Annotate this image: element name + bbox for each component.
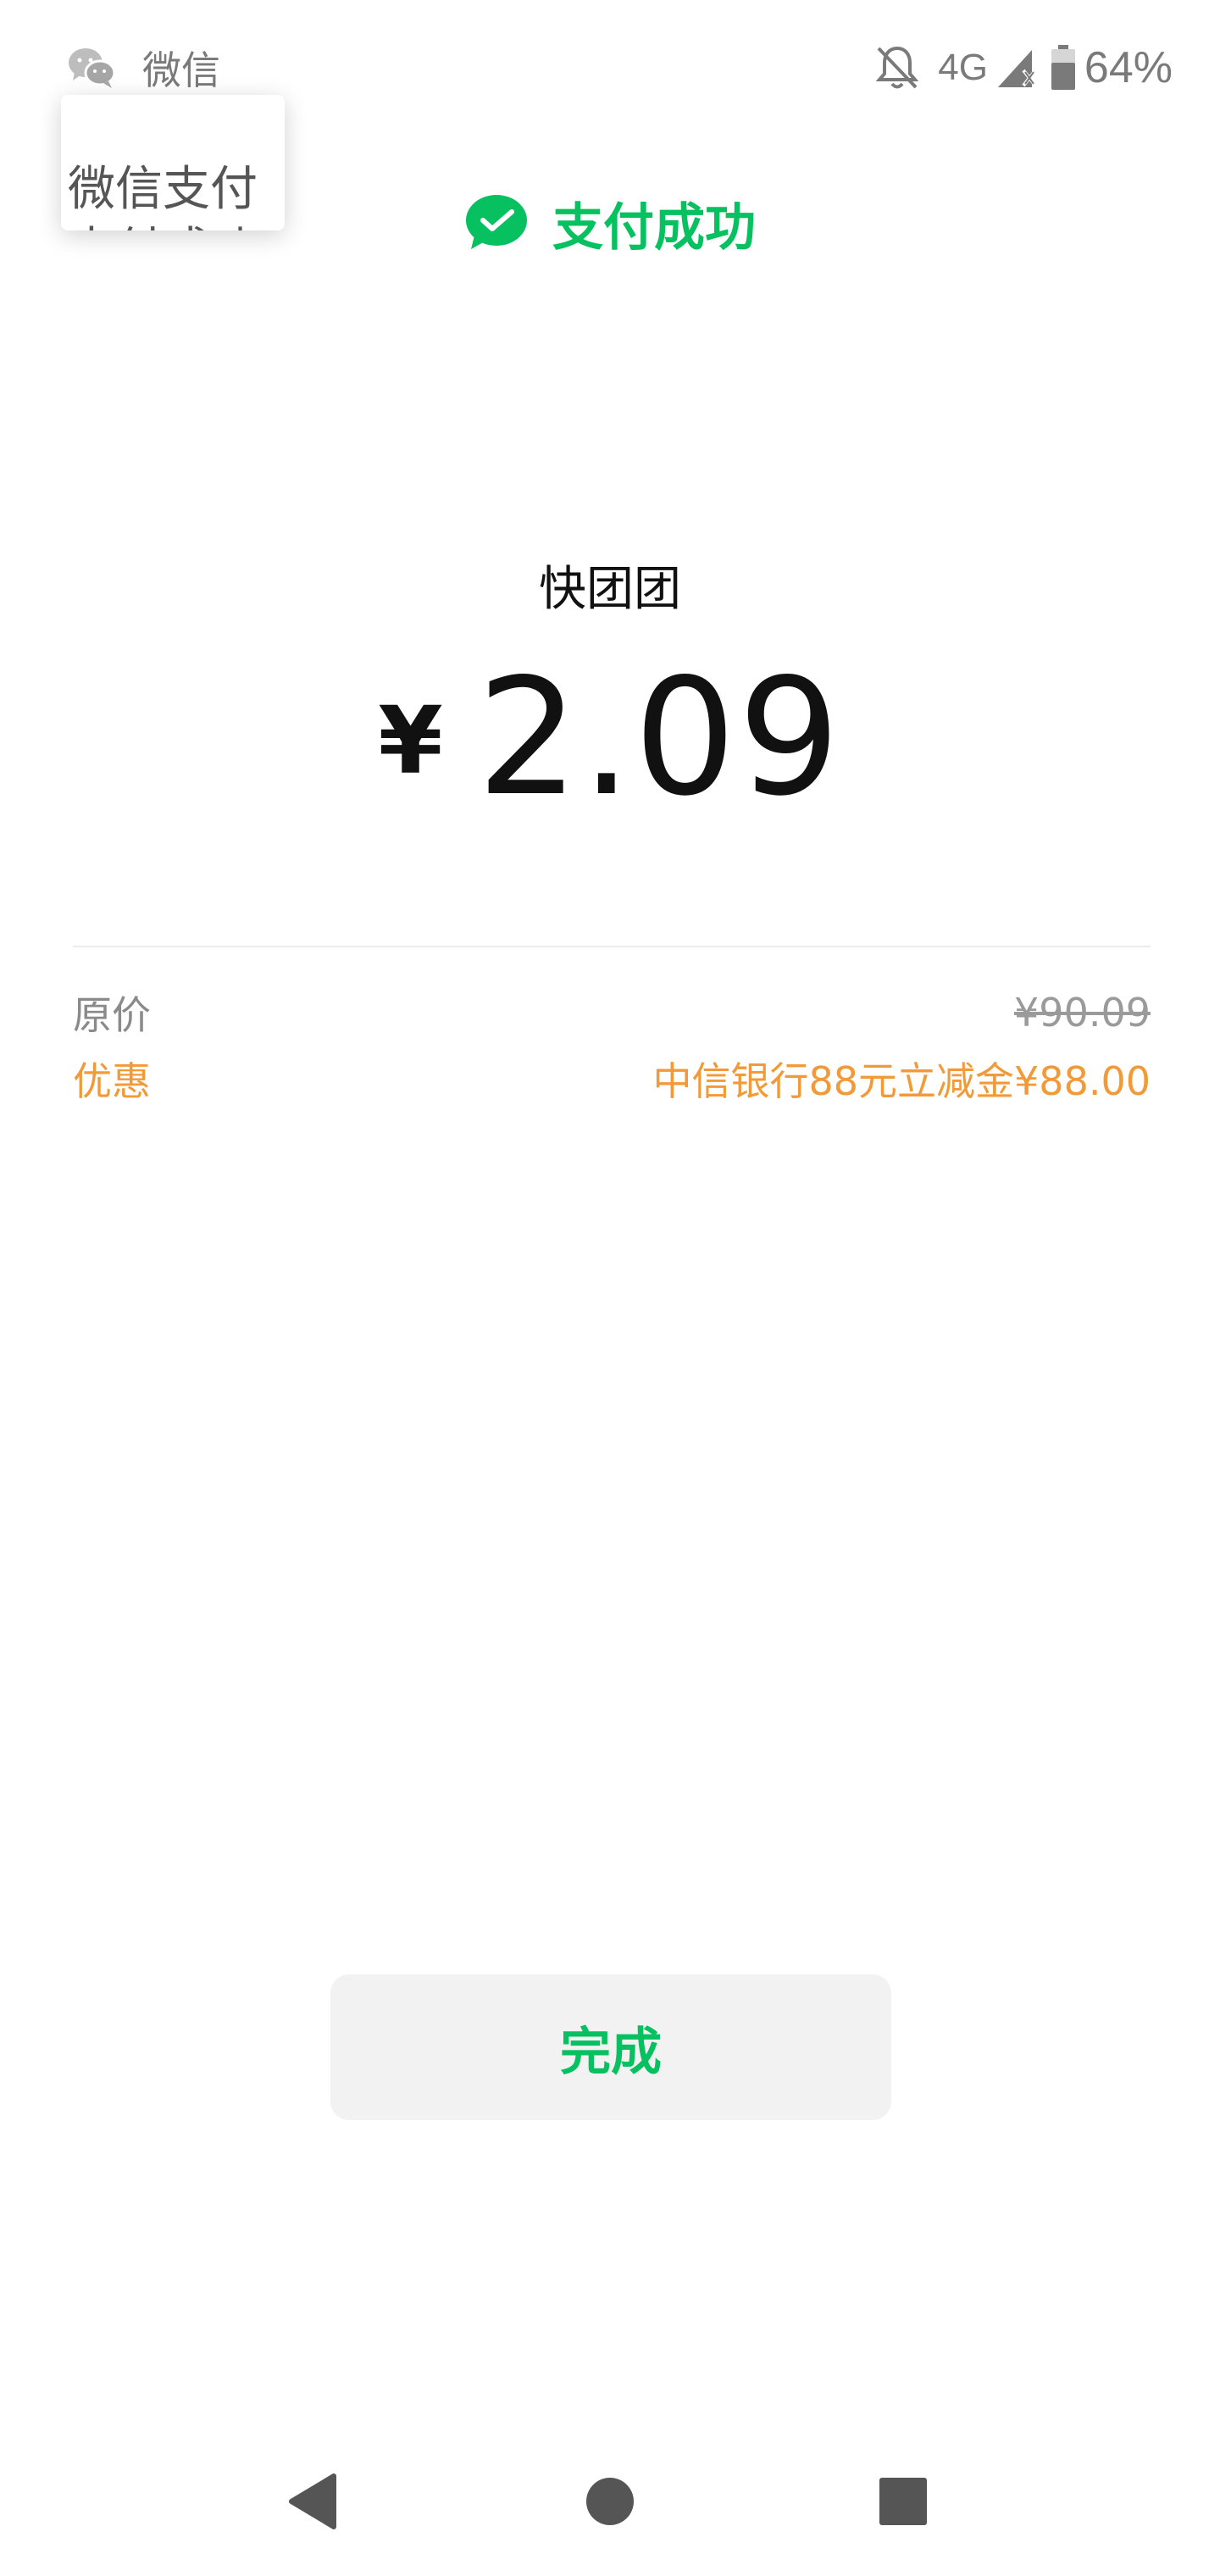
recents-icon[interactable] xyxy=(869,2468,937,2535)
network-type: 4G xyxy=(938,47,988,88)
payment-amount: 2.09 xyxy=(476,644,842,831)
success-title: 支付成功 xyxy=(552,197,756,258)
battery-icon xyxy=(1051,45,1076,91)
battery-percent: 64% xyxy=(1084,43,1173,92)
done-button[interactable]: 完成 xyxy=(330,1974,891,2120)
discount-label: 优惠 xyxy=(73,1058,151,1104)
currency-symbol: ¥ xyxy=(378,686,443,795)
back-icon[interactable] xyxy=(280,2468,347,2535)
check-circle-icon xyxy=(464,193,529,253)
success-header: 支付成功 xyxy=(0,185,1220,261)
original-price-row: 原价 ¥90.09 xyxy=(73,983,1151,1042)
discount-row: 优惠 中信银行88元立减金¥88.00 xyxy=(73,1049,1151,1108)
discount-value: 中信银行88元立减金¥88.00 xyxy=(652,1058,1151,1104)
status-right: 4G 64% xyxy=(873,37,1173,98)
status-left: 微信 xyxy=(66,37,220,98)
status-app-name: 微信 xyxy=(142,47,220,93)
merchant-name: 快团团 xyxy=(539,562,681,617)
wechat-icon xyxy=(66,42,120,93)
original-price-value: ¥90.09 xyxy=(1014,990,1151,1035)
bell-off-icon xyxy=(873,43,921,92)
original-price-label: 原价 xyxy=(73,992,151,1038)
amount-row: ¥ 2.09 xyxy=(0,644,1220,831)
navigation-bar xyxy=(0,2423,1220,2576)
home-icon[interactable] xyxy=(576,2468,644,2535)
divider xyxy=(73,946,1151,947)
signal-icon xyxy=(995,45,1039,91)
